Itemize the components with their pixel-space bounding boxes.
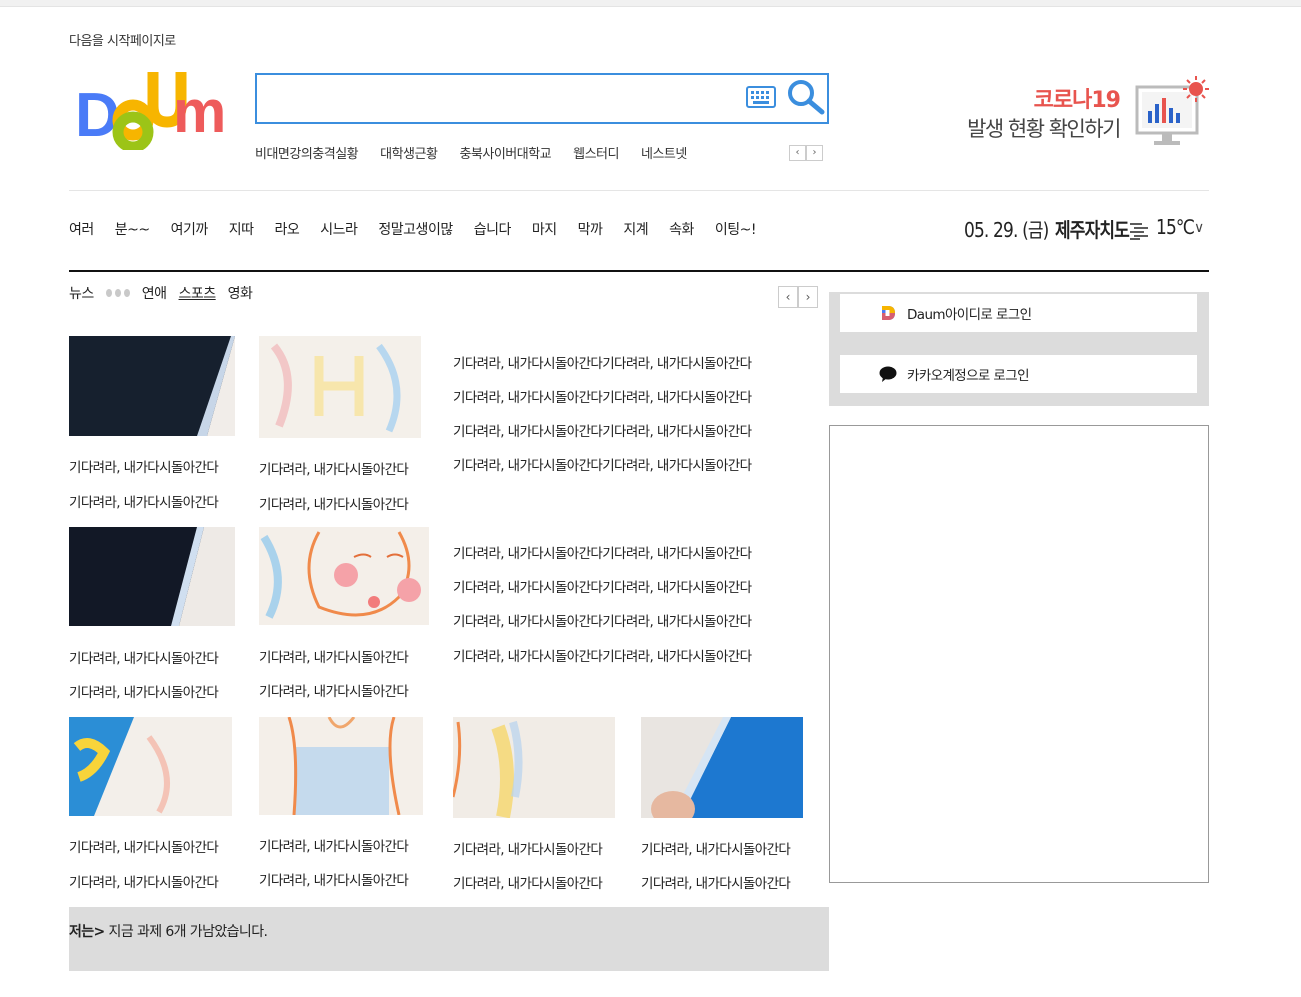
news-thumbnail[interactable] [641,717,803,818]
search-box[interactable] [255,73,829,124]
keyword-pager: ‹ › [789,145,823,161]
weather-region[interactable]: 제주자치도 [1055,214,1130,243]
corona-banner-title[interactable]: 코로나19 [1000,82,1121,114]
nav-item[interactable]: 시느라 [320,219,358,239]
daum-d-icon [878,305,898,321]
tab-sports[interactable]: 스포츠 [179,283,217,303]
kakao-login-button[interactable]: 카카오계정으로 로그인 [840,355,1197,393]
news-headline[interactable]: 기다려라, 내가다시돌아간다기다려라, 내가다시돌아간다 [453,352,752,372]
divider [69,190,1209,191]
keyword-next-button[interactable]: › [806,145,823,161]
nav-item[interactable]: 속화 [669,219,694,239]
nav-item[interactable]: 지계 [623,219,648,239]
news-thumbnail[interactable] [453,717,615,818]
news-headline[interactable]: 기다려라, 내가다시돌아간다기다려라, 내가다시돌아간다 [453,576,752,596]
news-caption[interactable]: 기다려라, 내가다시돌아간다 [259,493,409,513]
nav-item[interactable]: 여러 [69,219,94,239]
nav-item[interactable]: 마지 [532,219,557,239]
weather-date: 05. 29. (금) [964,218,1049,242]
daum-logo[interactable]: D m [75,70,240,150]
keyword-link[interactable]: 비대면강의충격실황 [255,143,359,162]
trending-keywords: 비대면강의충격실황 대학생근황 충북사이버대학교 웹스터디 네스트넷 [255,143,709,162]
nav-item[interactable]: 습니다 [474,219,512,239]
news-thumbnail[interactable] [69,336,235,436]
news-headline[interactable]: 기다려라, 내가다시돌아간다기다려라, 내가다시돌아간다 [453,542,752,562]
news-thumbnail[interactable] [259,527,429,625]
keyboard-icon[interactable] [746,84,776,110]
news-caption[interactable]: 기다려라, 내가다시돌아간다 [259,646,409,666]
nav-item[interactable]: 분~~ [115,219,150,239]
news-caption[interactable]: 기다려라, 내가다시돌아간다 [453,872,603,892]
keyword-prev-button[interactable]: ‹ [789,145,806,161]
tab-entertainment[interactable]: 연애 [142,283,167,303]
keyword-link[interactable]: 네스트넷 [641,143,687,162]
news-thumbnail[interactable] [259,336,421,438]
start-page-link[interactable]: 다음을 시작페이지로 [69,30,176,49]
corona-banner-subtitle[interactable]: 발생 현황 확인하기 [940,113,1121,143]
nav-divider [69,270,1209,272]
news-caption[interactable]: 기다려라, 내가다시돌아간다 [259,869,409,889]
search-icon[interactable] [784,77,826,115]
nav-item[interactable]: 지따 [229,219,254,239]
news-caption[interactable]: 기다려라, 내가다시돌아간다 [259,458,409,478]
weather-dropdown-icon[interactable]: ∨ [1194,220,1204,236]
keyword-link[interactable]: 충북사이버대학교 [459,143,551,162]
keyword-link[interactable]: 웹스터디 [573,143,619,162]
status-message-bar: 저는> 지금 과제 6개 가남았습니다. [69,907,829,971]
news-tabs: 뉴스 연애 스포츠 영화 [69,283,264,303]
main-nav: 여러 분~~ 여기까 지따 라오 시느라 정말고생이많 습니다 마지 막까 지계… [69,219,777,239]
news-caption[interactable]: 기다려라, 내가다시돌아간다 [641,872,791,892]
daum-login-button[interactable]: Daum아이디로 로그인 [840,294,1197,332]
kakao-login-label: 카카오계정으로 로그인 [907,368,1030,384]
news-headline[interactable]: 기다려라, 내가다시돌아간다기다려라, 내가다시돌아간다 [453,454,752,474]
news-thumbnail[interactable] [259,717,423,815]
nav-item[interactable]: 정말고생이많 [378,219,453,239]
news-caption[interactable]: 기다려라, 내가다시돌아간다 [69,647,219,667]
status-text: 지금 과제 6개 가남았습니다. [104,924,268,940]
news-caption[interactable]: 기다려라, 내가다시돌아간다 [69,456,219,476]
news-caption[interactable]: 기다려라, 내가다시돌아간다 [453,838,603,858]
news-prev-button[interactable]: ‹ [778,286,798,308]
loading-dots-icon [105,289,130,297]
daum-login-label: Daum아이디로 로그인 [907,307,1032,323]
news-thumbnail[interactable] [69,527,235,626]
news-next-button[interactable]: › [798,286,818,308]
login-panel: Daum아이디로 로그인 카카오계정으로 로그인 [829,292,1209,406]
news-caption[interactable]: 기다려라, 내가다시돌아간다 [69,681,219,701]
news-caption[interactable]: 기다려라, 내가다시돌아간다 [259,680,409,700]
nav-item[interactable]: 막까 [578,219,603,239]
news-headline[interactable]: 기다려라, 내가다시돌아간다기다려라, 내가다시돌아간다 [453,645,752,665]
news-headline[interactable]: 기다려라, 내가다시돌아간다기다려라, 내가다시돌아간다 [453,386,752,406]
news-thumbnail[interactable] [69,717,232,816]
keyword-link[interactable]: 대학생근황 [380,143,438,162]
news-pager: ‹ › [778,286,818,308]
speech-bubble-icon [878,366,898,382]
news-caption[interactable]: 기다려라, 내가다시돌아간다 [69,836,219,856]
status-label: 저는> [69,924,105,940]
monitor-chart-icon[interactable] [1134,75,1210,149]
news-caption[interactable]: 기다려라, 내가다시돌아간다 [641,838,791,858]
nav-item[interactable]: 여기까 [171,219,209,239]
nav-item[interactable]: 이팅~! [715,219,757,239]
nav-item[interactable]: 라오 [275,219,300,239]
news-caption[interactable]: 기다려라, 내가다시돌아간다 [259,835,409,855]
svg-text:m: m [173,78,226,145]
news-headline[interactable]: 기다려라, 내가다시돌아간다기다려라, 내가다시돌아간다 [453,420,752,440]
haze-icon [1130,223,1148,240]
status-message: 저는> 지금 과제 6개 가남았습니다. [69,921,268,941]
news-caption[interactable]: 기다려라, 내가다시돌아간다 [69,871,219,891]
browser-top-bar [0,0,1301,7]
tab-movies[interactable]: 영화 [228,283,253,303]
ad-placeholder [829,425,1209,883]
news-caption[interactable]: 기다려라, 내가다시돌아간다 [69,491,219,511]
tab-news[interactable]: 뉴스 [69,283,94,303]
weather-temperature: 15℃ [1156,215,1195,239]
news-headline[interactable]: 기다려라, 내가다시돌아간다기다려라, 내가다시돌아간다 [453,610,752,630]
